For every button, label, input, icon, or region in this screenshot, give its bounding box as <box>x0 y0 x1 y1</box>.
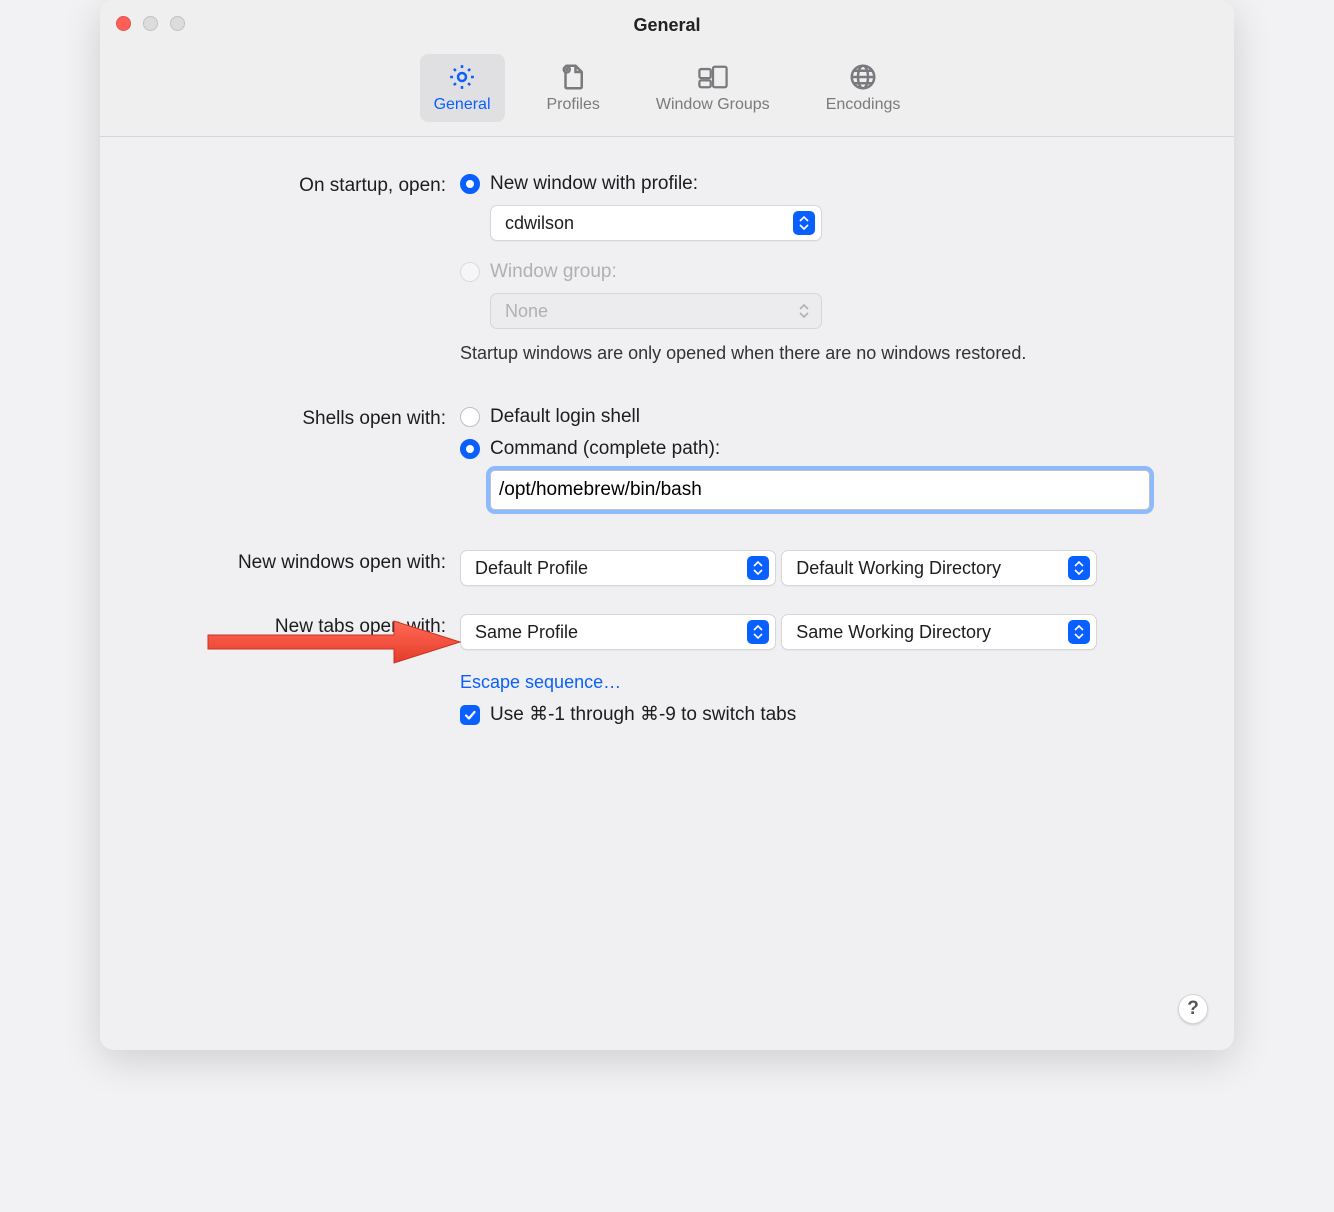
profile-icon <box>555 62 591 92</box>
new-tabs-profile-popup[interactable]: Same Profile <box>460 614 776 650</box>
updown-icon <box>1068 620 1090 644</box>
tab-profiles[interactable]: Profiles <box>533 54 614 122</box>
radio-label: Default login shell <box>490 406 640 428</box>
globe-icon <box>845 62 881 92</box>
updown-icon <box>793 211 815 235</box>
startup-label: On startup, open: <box>166 173 446 197</box>
tab-label: Profiles <box>547 96 600 114</box>
general-pane: On startup, open: New window with profil… <box>100 137 1234 1050</box>
new-tabs-label: New tabs open with: <box>166 614 446 638</box>
tab-encodings[interactable]: Encodings <box>812 54 915 122</box>
startup-window-group-popup: None <box>490 293 822 329</box>
radio-default-login-shell[interactable] <box>460 407 480 427</box>
titlebar: General <box>100 0 1234 50</box>
tab-label: Window Groups <box>656 96 770 114</box>
tab-label: Encodings <box>826 96 901 114</box>
minimize-button[interactable] <box>143 16 158 31</box>
new-windows-profile-popup[interactable]: Default Profile <box>460 550 776 586</box>
tab-label: General <box>434 96 491 114</box>
gear-icon <box>444 62 480 92</box>
escape-sequence-link[interactable]: Escape sequence… <box>460 672 621 693</box>
tab-window-groups[interactable]: Window Groups <box>642 54 784 122</box>
checkbox-cmd-number-switch-tabs[interactable] <box>460 705 480 725</box>
popup-value: Same Working Directory <box>796 622 991 643</box>
radio-command-complete-path[interactable] <box>460 439 480 459</box>
new-windows-label: New windows open with: <box>166 550 446 574</box>
window-controls <box>116 16 185 31</box>
updown-icon <box>747 620 769 644</box>
popup-value: Same Profile <box>475 622 578 643</box>
popup-value: cdwilson <box>505 213 574 234</box>
radio-new-window-with-profile[interactable] <box>460 174 480 194</box>
startup-hint: Startup windows are only opened when the… <box>460 343 1168 364</box>
new-tabs-wd-popup[interactable]: Same Working Directory <box>781 614 1097 650</box>
updown-icon <box>747 556 769 580</box>
startup-profile-popup[interactable]: cdwilson <box>490 205 822 241</box>
radio-window-group <box>460 262 480 282</box>
window-title: General <box>633 15 700 36</box>
window-groups-icon <box>695 62 731 92</box>
shells-label: Shells open with: <box>166 406 446 430</box>
preferences-window: General General Profiles <box>100 0 1234 1050</box>
radio-label: Window group: <box>490 261 617 283</box>
popup-value: Default Working Directory <box>796 558 1001 579</box>
preferences-toolbar: General Profiles Window Gro <box>100 50 1234 137</box>
close-button[interactable] <box>116 16 131 31</box>
updown-icon <box>1068 556 1090 580</box>
zoom-button[interactable] <box>170 16 185 31</box>
radio-label: Command (complete path): <box>490 438 720 460</box>
radio-label: New window with profile: <box>490 173 698 195</box>
popup-value: Default Profile <box>475 558 588 579</box>
tab-general[interactable]: General <box>420 54 505 122</box>
new-windows-wd-popup[interactable]: Default Working Directory <box>781 550 1097 586</box>
updown-icon <box>793 299 815 323</box>
help-button[interactable]: ? <box>1178 994 1208 1024</box>
checkbox-label: Use ⌘-1 through ⌘-9 to switch tabs <box>490 703 796 726</box>
command-path-input[interactable] <box>490 470 1150 510</box>
popup-value: None <box>505 301 548 322</box>
